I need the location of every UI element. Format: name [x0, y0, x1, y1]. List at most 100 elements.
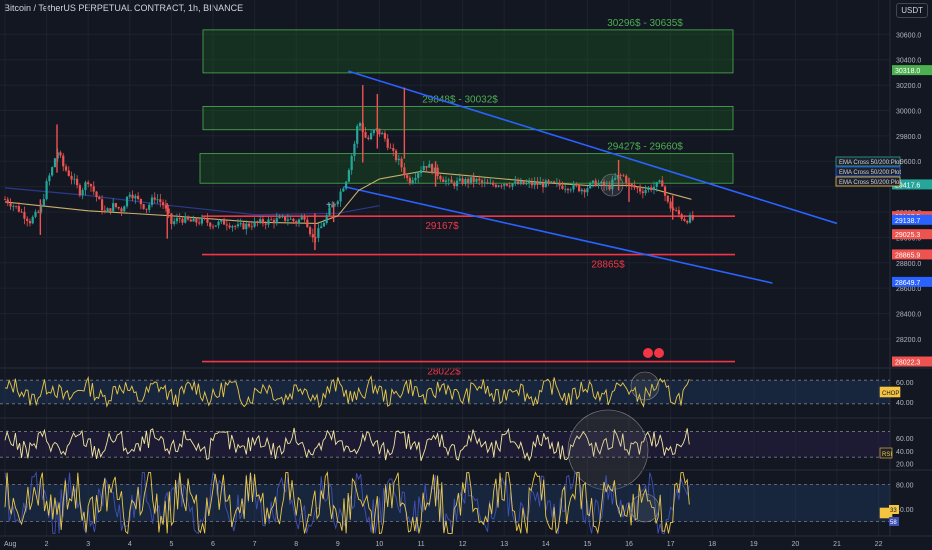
candle — [683, 218, 686, 221]
candle — [367, 137, 370, 140]
highlight-circle — [600, 173, 624, 197]
oscillator-tick-label: 80.00 — [896, 482, 914, 489]
candle — [622, 175, 625, 177]
candle — [633, 185, 636, 188]
candle — [369, 133, 373, 140]
time-tick-label: 21 — [833, 541, 841, 548]
candle — [98, 197, 101, 200]
candle — [339, 191, 342, 202]
candle — [73, 178, 76, 180]
candle — [486, 182, 489, 184]
candle — [406, 175, 409, 178]
candle — [591, 180, 595, 183]
candle — [259, 219, 262, 223]
candle — [422, 166, 425, 171]
candle — [139, 198, 142, 205]
candle — [247, 223, 251, 227]
candle — [14, 205, 18, 207]
oscillator-band — [0, 431, 890, 458]
candle — [34, 211, 37, 217]
candle — [6, 199, 9, 204]
time-tick-label: 11 — [417, 541, 424, 548]
candle — [303, 216, 306, 220]
candle — [666, 195, 669, 202]
price-tick-label: 30600.0 — [896, 32, 921, 39]
candle — [175, 218, 179, 222]
candle — [589, 182, 592, 189]
candle — [492, 182, 495, 185]
candle — [583, 189, 586, 193]
candle — [3, 199, 7, 201]
zone-label: 29427$ - 29660$ — [607, 142, 683, 153]
candle — [272, 220, 276, 224]
candle — [20, 211, 23, 213]
candle — [453, 182, 456, 187]
candle — [178, 218, 181, 219]
candle — [522, 180, 525, 185]
candle — [242, 223, 245, 230]
time-tick-label: 18 — [708, 541, 716, 548]
candle — [206, 218, 209, 223]
candle — [278, 216, 281, 219]
candle — [17, 206, 20, 212]
candle — [400, 158, 403, 168]
oscillator-tick-label: 60.00 — [896, 380, 914, 387]
candle — [228, 225, 231, 228]
candle — [137, 195, 140, 199]
candle — [81, 190, 84, 196]
price-tag-label: 28865.9 — [895, 252, 920, 259]
candle — [220, 219, 223, 222]
candle — [64, 166, 68, 171]
time-tick-label: 9 — [336, 541, 340, 548]
candle — [691, 215, 694, 220]
candle — [28, 220, 32, 224]
candle — [414, 177, 417, 181]
candle — [652, 186, 656, 190]
oscillator-tick-label: 60.00 — [896, 436, 914, 443]
candle — [383, 133, 387, 139]
candle — [100, 199, 104, 211]
cross-marker: + — [326, 200, 332, 211]
candle — [544, 180, 547, 188]
candle — [211, 226, 215, 228]
ema-slow-line — [4, 187, 380, 216]
candle — [320, 226, 323, 229]
candle — [489, 182, 492, 184]
candle — [123, 206, 126, 212]
candle — [306, 219, 309, 228]
chart-canvas[interactable]: 30296$ - 30635$ 29848$ - 30032$ 29427$ - 2… — [0, 0, 932, 550]
candle — [577, 185, 581, 192]
candle — [564, 188, 567, 190]
candle — [37, 211, 40, 213]
candle — [95, 191, 98, 198]
time-tick-label: 5 — [169, 541, 173, 548]
legend-label: EMA Cross 50/200:Plot — [839, 160, 901, 166]
candle — [550, 181, 553, 183]
candle — [89, 184, 93, 187]
stoch-d-tag-label: 58 — [890, 520, 897, 526]
candle — [353, 143, 356, 156]
support-label: 29167$ — [425, 221, 459, 232]
candle — [231, 226, 234, 228]
candle — [325, 215, 328, 224]
candle — [222, 219, 226, 225]
candle — [580, 189, 583, 192]
candle — [572, 184, 575, 190]
candle — [663, 186, 667, 196]
candle — [300, 216, 303, 220]
candle — [411, 180, 414, 184]
candle — [566, 188, 570, 191]
time-tick-label: 12 — [459, 541, 467, 548]
candle — [125, 196, 129, 207]
time-tick-label: 13 — [500, 541, 508, 548]
candle — [647, 187, 650, 190]
candle — [84, 182, 87, 191]
candle — [439, 176, 442, 180]
indicator-tag-label: RSI — [882, 452, 892, 458]
candle — [114, 203, 118, 207]
candle — [42, 199, 45, 206]
candle — [181, 218, 184, 223]
candle — [686, 220, 689, 223]
time-tick-label: 20 — [792, 541, 800, 548]
candle — [286, 219, 289, 221]
